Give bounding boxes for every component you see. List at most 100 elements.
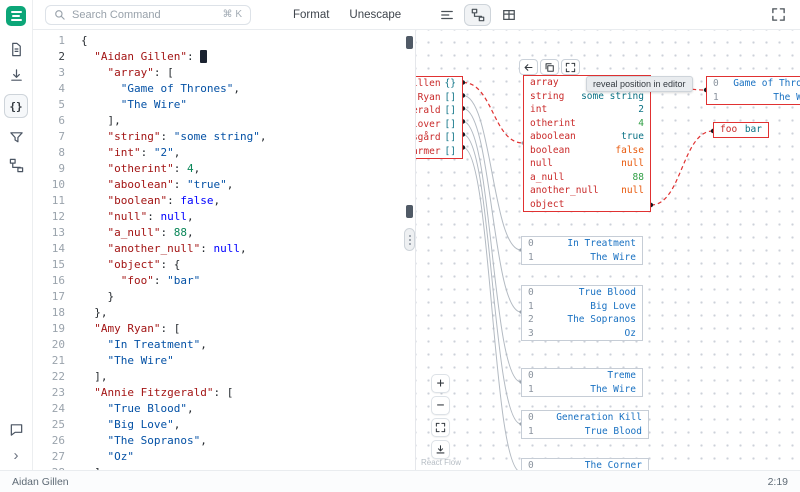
graph-node-alice[interactable]: 0 The Corner bbox=[521, 458, 649, 470]
code-line[interactable]: "array": [ bbox=[81, 65, 266, 81]
code-line[interactable]: "foo": "bar" bbox=[81, 273, 266, 289]
code-line[interactable]: ], bbox=[81, 465, 266, 470]
node-row[interactable]: int 2 bbox=[524, 103, 650, 117]
code-line[interactable]: ], bbox=[81, 369, 266, 385]
graph-node-got[interactable]: 0 Game of Thrones 1 The Wire bbox=[706, 76, 800, 105]
node-row[interactable]: boolean false bbox=[524, 144, 650, 158]
reveal-in-editor-button[interactable] bbox=[519, 59, 538, 75]
file-icon[interactable] bbox=[7, 40, 25, 58]
code-line[interactable]: "aboolean": "true", bbox=[81, 177, 266, 193]
download-icon[interactable] bbox=[7, 66, 25, 84]
zoom-out-button[interactable]: − bbox=[431, 396, 450, 415]
fullscreen-button[interactable] bbox=[771, 7, 786, 22]
node-row[interactable]: 1 Big Love bbox=[522, 300, 642, 314]
node-row[interactable]: 0 Generation Kill bbox=[522, 411, 648, 425]
node-row[interactable]: 1 The Wire bbox=[522, 383, 642, 397]
graph-edge[interactable] bbox=[462, 81, 524, 144]
download-image-button[interactable] bbox=[431, 440, 450, 459]
code-line[interactable]: "Amy Ryan": [ bbox=[81, 321, 266, 337]
node-row[interactable]: Amy Ryan[] bbox=[416, 91, 462, 105]
node-row[interactable]: null null bbox=[524, 157, 650, 171]
unescape-button[interactable]: Unescape bbox=[349, 9, 401, 21]
node-row[interactable]: 0 In Treatment bbox=[522, 237, 642, 251]
graph-edge[interactable] bbox=[462, 95, 522, 251]
code-line[interactable]: "boolean": false, bbox=[81, 193, 266, 209]
node-row[interactable]: 0 Treme bbox=[522, 369, 642, 383]
code-line[interactable]: "Oz" bbox=[81, 449, 266, 465]
code-line[interactable]: "null": null, bbox=[81, 209, 266, 225]
graph-node-annie[interactable]: 0 True Blood 1 Big Love 2 The Sopranos 3 Oz bbox=[521, 285, 643, 341]
node-row[interactable]: Alexander Skarsgård[] bbox=[416, 131, 462, 145]
code-line[interactable]: "Big Love", bbox=[81, 417, 266, 433]
braces-icon[interactable]: {} bbox=[4, 94, 28, 118]
node-row[interactable]: Aidan Gillen{} bbox=[416, 77, 462, 91]
code-line[interactable]: "object": { bbox=[81, 257, 266, 273]
code-line[interactable]: "another_null": null, bbox=[81, 241, 266, 257]
node-row[interactable]: another_null null bbox=[524, 184, 650, 198]
table-view-toggle[interactable] bbox=[495, 4, 522, 26]
code-line[interactable]: } bbox=[81, 289, 266, 305]
node-row[interactable]: 2 The Sopranos bbox=[522, 313, 642, 327]
code-line[interactable]: "string": "some string", bbox=[81, 129, 267, 145]
node-row[interactable]: 0 True Blood bbox=[522, 286, 642, 300]
graph-node-aidan-gillen[interactable]: array string some string int 2 otherint 4 abool… bbox=[523, 75, 651, 212]
code-line[interactable]: "Game of Thrones", bbox=[81, 81, 266, 97]
code-line[interactable]: "int": "2", bbox=[81, 145, 266, 161]
graph-node-root[interactable]: Aidan Gillen{}Amy Ryan[]Annie Fitzgerald… bbox=[416, 76, 463, 159]
code-line[interactable]: "The Wire" bbox=[81, 97, 266, 113]
code-line[interactable]: "a_null": 88, bbox=[81, 225, 266, 241]
node-row[interactable]: Anwan Glover[] bbox=[416, 118, 462, 132]
graph-canvas[interactable]: reveal position in editor + − React Flow… bbox=[415, 30, 800, 470]
chevron-right-icon[interactable]: › bbox=[7, 446, 25, 464]
graph-edge[interactable] bbox=[650, 130, 714, 206]
expand-node-button[interactable] bbox=[561, 59, 580, 75]
graph-node-amy[interactable]: 0 In Treatment 1 The Wire bbox=[521, 236, 643, 265]
code-token: 88 bbox=[173, 226, 187, 239]
flow-icon[interactable] bbox=[7, 156, 25, 174]
code-line[interactable]: "Aidan Gillen": { bbox=[81, 49, 266, 65]
node-row[interactable]: 1 The Wire bbox=[522, 251, 642, 265]
code-line[interactable]: "True Blood", bbox=[81, 401, 266, 417]
code-line[interactable]: "otherint": 4, bbox=[81, 161, 266, 177]
filter-icon[interactable] bbox=[7, 128, 25, 146]
fit-view-button[interactable] bbox=[431, 418, 450, 437]
node-row[interactable]: 3 Oz bbox=[522, 327, 642, 341]
panel-resize-handle[interactable] bbox=[404, 228, 415, 251]
node-row[interactable]: 1 The Wire bbox=[707, 91, 800, 105]
chat-icon[interactable] bbox=[7, 420, 25, 438]
node-row[interactable]: otherint 4 bbox=[524, 117, 650, 131]
text-view-toggle[interactable] bbox=[433, 4, 460, 26]
node-row[interactable]: Annie Fitzgerald[] bbox=[416, 104, 462, 118]
graph-edge[interactable] bbox=[462, 121, 522, 383]
node-row[interactable]: aboolean true bbox=[524, 130, 650, 144]
zoom-in-button[interactable]: + bbox=[431, 374, 450, 393]
node-row[interactable]: 0 The Corner bbox=[522, 459, 648, 470]
node-row[interactable]: 1 True Blood bbox=[522, 425, 648, 439]
app-logo[interactable] bbox=[6, 6, 26, 26]
search-input[interactable] bbox=[72, 8, 217, 21]
code-line[interactable]: "The Sopranos", bbox=[81, 433, 266, 449]
graph-edge[interactable] bbox=[462, 134, 522, 425]
editor-code[interactable]: { "Aidan Gillen": { "array": [ "Game of … bbox=[81, 30, 266, 470]
code-line[interactable]: "Annie Fitzgerald": [ bbox=[81, 385, 266, 401]
graph-node-object-foo[interactable]: foo bar bbox=[713, 122, 769, 138]
code-line[interactable]: ], bbox=[81, 113, 266, 129]
graph-node-alex[interactable]: 0 Generation Kill 1 True Blood bbox=[521, 410, 649, 439]
node-row[interactable]: Alice Farmer[] bbox=[416, 145, 462, 159]
code-line[interactable]: }, bbox=[81, 305, 266, 321]
graph-edge[interactable] bbox=[462, 147, 521, 471]
code-line[interactable]: { bbox=[81, 33, 266, 49]
node-row[interactable]: a_null 88 bbox=[524, 171, 650, 185]
scrollbar-thumb[interactable] bbox=[406, 205, 413, 218]
search-box[interactable]: ⌘ K bbox=[45, 4, 251, 25]
copy-node-button[interactable] bbox=[540, 59, 559, 75]
graph-view-toggle[interactable] bbox=[464, 3, 492, 26]
node-row[interactable]: object bbox=[524, 198, 650, 212]
format-button[interactable]: Format bbox=[293, 9, 329, 21]
graph-node-anwan[interactable]: 0 Treme 1 The Wire bbox=[521, 368, 643, 397]
code-line[interactable]: "In Treatment", bbox=[81, 337, 266, 353]
code-line[interactable]: "The Wire" bbox=[81, 353, 266, 369]
node-row[interactable]: 0 Game of Thrones bbox=[707, 77, 800, 91]
json-editor[interactable]: 1 2 3 4 5 6 7 8 9 10 11 12 13 14 15 16 17 18 19 20 21 22 23 24 2… bbox=[33, 30, 415, 470]
node-row[interactable]: foo bar bbox=[714, 123, 768, 137]
